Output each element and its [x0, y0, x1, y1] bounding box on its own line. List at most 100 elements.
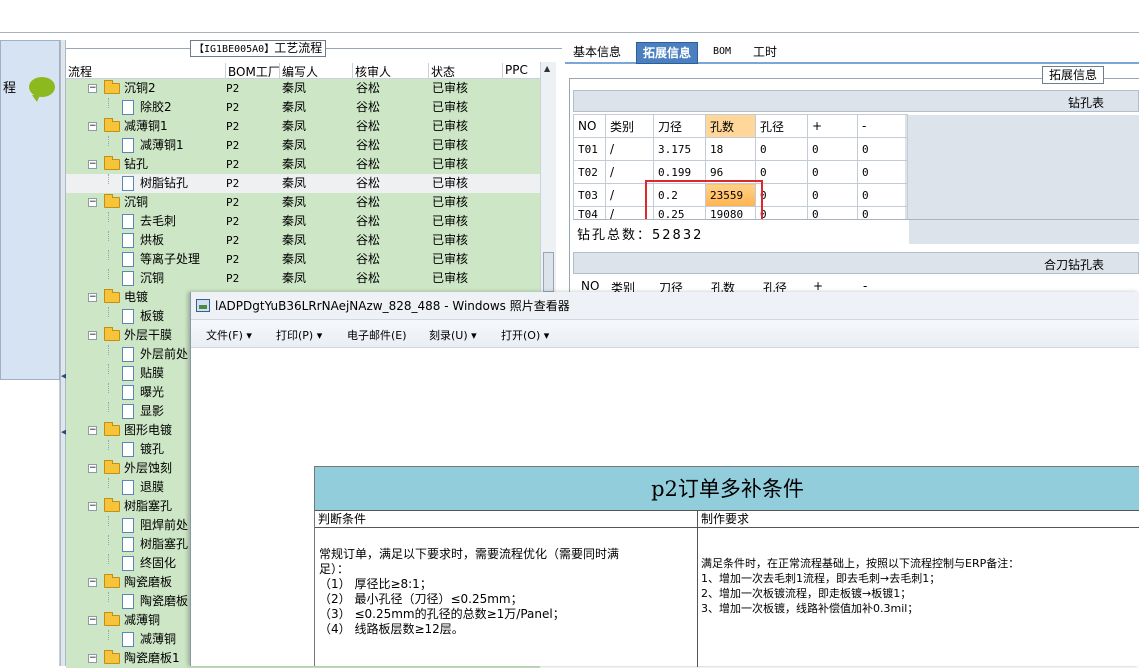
combined-col-header: 刀径: [659, 281, 684, 292]
document-icon: [122, 556, 134, 571]
process-cell-status: 已审核: [432, 157, 469, 171]
process-cell-status: 已审核: [432, 100, 469, 114]
expand-toggle-icon[interactable]: −: [88, 426, 97, 435]
process-row[interactable]: 树脂钻孔 P2 秦凤 谷松 已审核: [66, 174, 540, 193]
drill-cell: 0: [807, 137, 858, 161]
document-icon: [122, 252, 134, 267]
doc-col-requirement: 制作要求: [698, 511, 1139, 528]
process-name: 沉铜2: [124, 81, 156, 95]
document-icon: [122, 537, 134, 552]
document-icon: [122, 518, 134, 533]
document-icon: [122, 404, 134, 419]
process-row[interactable]: − 沉铜 P2 秦凤 谷松 已审核: [66, 193, 540, 212]
process-row[interactable]: − 减薄铜1 P2 秦凤 谷松 已审核: [66, 117, 540, 136]
expand-toggle-icon[interactable]: −: [88, 502, 97, 511]
folder-icon: [104, 118, 120, 132]
process-scrollbar[interactable]: ▲: [540, 62, 556, 294]
document-icon: [122, 480, 134, 495]
process-row[interactable]: 沉铜 P2 秦凤 谷松 已审核: [66, 269, 540, 288]
tab-work-hours[interactable]: 工时: [747, 42, 783, 64]
tree-connector: [108, 364, 109, 374]
nav-item-label[interactable]: 程: [3, 77, 16, 96]
process-name: 减薄铜: [124, 613, 161, 627]
process-cell-status: 已审核: [432, 81, 469, 95]
drill-row[interactable]: T01/3.175 18 0 0 0: [573, 137, 908, 161]
folder-icon: [104, 327, 120, 341]
expand-toggle-icon[interactable]: −: [88, 122, 97, 131]
process-cell-auditor: 谷松: [356, 176, 381, 190]
expand-toggle-icon[interactable]: −: [88, 654, 97, 663]
process-name: 阻焊前处: [140, 518, 189, 532]
expand-toggle-icon[interactable]: −: [88, 160, 97, 169]
process-row[interactable]: − 沉铜2 P2 秦凤 谷松 已审核: [66, 79, 540, 98]
process-row[interactable]: 去毛刺 P2 秦凤 谷松 已审核: [66, 212, 540, 231]
process-cell-bom: P2: [226, 196, 240, 209]
expand-toggle-icon[interactable]: −: [88, 198, 97, 207]
menu-open[interactable]: 打开(O) ▾: [501, 327, 549, 343]
process-row[interactable]: 除胶2 P2 秦凤 谷松 已审核: [66, 98, 540, 117]
expand-toggle-icon[interactable]: −: [88, 331, 97, 340]
tab-extended-info[interactable]: 拓展信息: [636, 42, 699, 64]
col-header-flow[interactable]: 流程: [66, 63, 92, 79]
scroll-thumb[interactable]: [543, 252, 554, 292]
doc-condition-line: （4） 线路板层数≥12层。: [319, 622, 464, 636]
drill-col-header: -: [857, 114, 908, 138]
col-header-bom[interactable]: BOM工厂: [225, 63, 280, 79]
process-cell-auditor: 谷松: [356, 157, 381, 171]
process-name: 显影: [140, 404, 165, 418]
expand-toggle-icon[interactable]: −: [88, 616, 97, 625]
displayed-image: p2订单多补条件 判断条件 制作要求 常规订单，满足以下要求时，需要流程优化（需…: [314, 466, 1139, 667]
process-name: 树脂塞孔: [140, 537, 189, 551]
process-cell-writer: 秦凤: [282, 195, 307, 209]
tab-bom[interactable]: BOM: [707, 42, 737, 64]
process-name: 图形电镀: [124, 423, 173, 437]
total-blank: [909, 220, 1139, 244]
expand-toggle-icon[interactable]: −: [88, 293, 97, 302]
detail-tabs: 基本信息 拓展信息 BOM 工时: [565, 40, 1139, 64]
menu-print[interactable]: 打印(P) ▾: [276, 327, 322, 343]
expand-toggle-icon[interactable]: −: [88, 464, 97, 473]
tree-connector: [108, 231, 109, 241]
doc-requirement-line: 2、增加一次板镀流程，即走板镀→板镀1；: [701, 587, 912, 600]
col-header-ppc[interactable]: PPC: [502, 63, 528, 78]
menu-burn[interactable]: 刻录(U) ▾: [429, 327, 477, 343]
process-panel-title: 【IG1BE005A0】工艺流程: [190, 40, 327, 57]
menu-email[interactable]: 电子邮件(E): [347, 327, 407, 343]
viewer-menubar: 文件(F) ▾ 打印(P) ▾ 电子邮件(E) 刻录(U) ▾ 打开(O) ▾: [191, 320, 1139, 348]
process-cell-auditor: 谷松: [356, 233, 381, 247]
process-row[interactable]: 烘板 P2 秦凤 谷松 已审核: [66, 231, 540, 250]
col-header-writer[interactable]: 编写人: [279, 63, 318, 79]
chat-bubble-icon[interactable]: [29, 77, 55, 102]
process-name: 外层蚀刻: [124, 461, 173, 475]
process-cell-status: 已审核: [432, 252, 469, 266]
process-cell-writer: 秦凤: [282, 81, 307, 95]
process-row[interactable]: 等离子处理 P2 秦凤 谷松 已审核: [66, 250, 540, 269]
process-cell-writer: 秦凤: [282, 138, 307, 152]
col-header-status[interactable]: 状态: [428, 63, 455, 79]
expand-toggle-icon[interactable]: −: [88, 578, 97, 587]
process-row[interactable]: 减薄铜1 P2 秦凤 谷松 已审核: [66, 136, 540, 155]
scroll-up-icon[interactable]: ▲: [544, 64, 550, 73]
doc-requirement-line: 满足条件时，在正常流程基础上，按照以下流程控制与ERP备注：: [701, 557, 1020, 570]
folder-icon: [104, 612, 120, 626]
document-icon: [122, 347, 134, 362]
process-cell-status: 已审核: [432, 119, 469, 133]
tree-connector: [108, 250, 109, 260]
viewer-titlebar[interactable]: lADPDgtYuB36LRrNAejNAzw_828_488 - Window…: [191, 292, 1139, 320]
process-name: 减薄铜1: [124, 119, 168, 133]
doc-requirement-line: 3、增加一次板镀，线路补偿值加补0.3mil；: [701, 602, 919, 615]
drill-col-header: 类别: [605, 114, 654, 138]
process-row[interactable]: − 钻孔 P2 秦凤 谷松 已审核: [66, 155, 540, 174]
expand-toggle-icon[interactable]: −: [88, 84, 97, 93]
process-cell-auditor: 谷松: [356, 195, 381, 209]
process-name: 烘板: [140, 233, 165, 247]
drill-cell: 3.175: [653, 137, 706, 161]
process-name: 外层前处: [140, 347, 189, 361]
document-icon: [122, 366, 134, 381]
drill-cell: 0: [755, 160, 808, 184]
doc-requirement-line: 1、增加一次去毛刺1流程，即去毛刺→去毛刺1；: [701, 572, 941, 585]
menu-file[interactable]: 文件(F) ▾: [206, 327, 252, 343]
process-name: 去毛刺: [140, 214, 177, 228]
tab-basic-info[interactable]: 基本信息: [567, 42, 627, 64]
col-header-auditor[interactable]: 核审人: [352, 63, 391, 79]
